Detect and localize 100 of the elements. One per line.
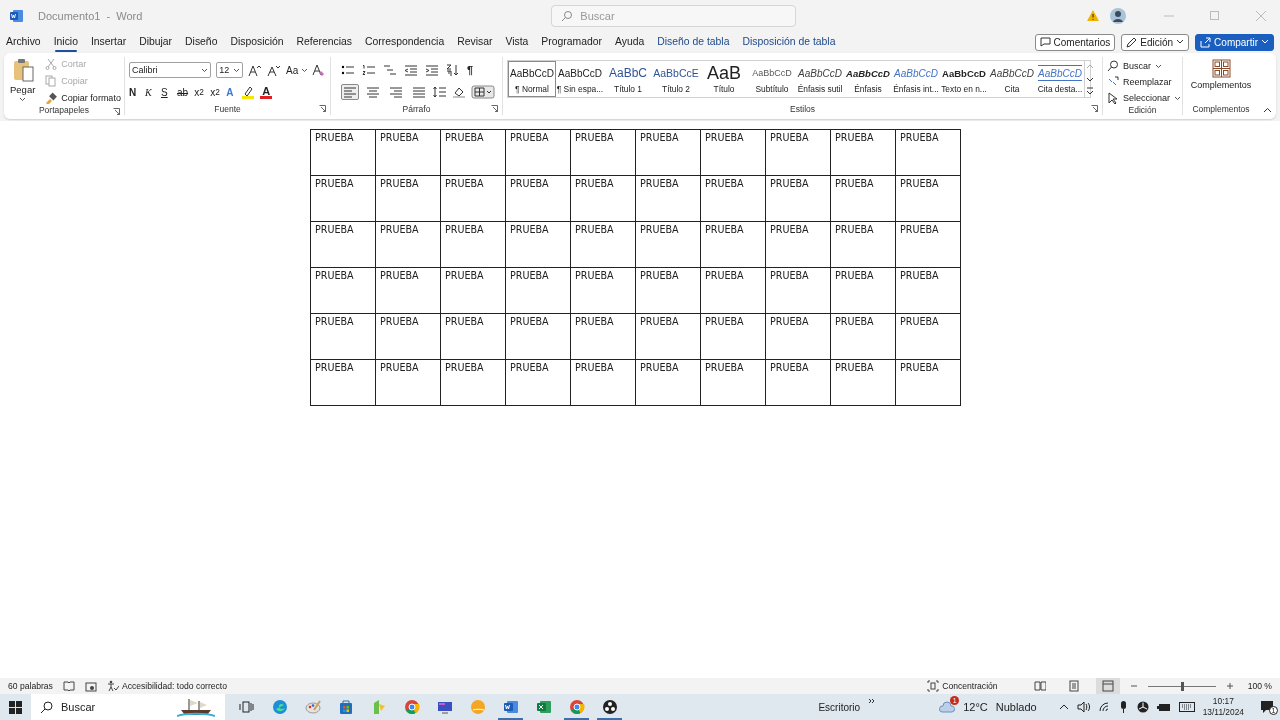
weather-condition[interactable]: Nublado bbox=[995, 701, 1037, 713]
accessibility-status[interactable]: Accesibilidad: todo correcto bbox=[121, 681, 227, 691]
style-gallery-item[interactable]: AaBbCcD Énfasis bbox=[844, 61, 892, 97]
font-name-field[interactable]: Calibri bbox=[129, 62, 212, 78]
style-gallery-item[interactable]: AaBbCcD ¶ Normal bbox=[508, 61, 556, 97]
clear-format-icon[interactable] bbox=[312, 63, 326, 77]
ribbon-tab[interactable]: Diseño de tabla bbox=[657, 31, 730, 53]
ribbon-tab[interactable]: Programador bbox=[541, 31, 602, 53]
share-button[interactable]: Compartir bbox=[1195, 33, 1274, 51]
style-gallery-item[interactable]: AaBbCcD Cita desta... bbox=[1036, 61, 1084, 97]
ribbon-tab[interactable]: Disposición bbox=[230, 31, 284, 53]
style-gallery-item[interactable]: AaBbC Título 1 bbox=[604, 61, 652, 97]
word-icon bbox=[502, 699, 519, 715]
ribbon-tab[interactable]: Diseño bbox=[185, 31, 218, 53]
add-ins-button[interactable]: Complementos bbox=[1188, 59, 1254, 102]
comments-button[interactable]: Comentarios bbox=[1034, 33, 1116, 51]
ribbon-tab[interactable]: Vista bbox=[505, 31, 529, 53]
find-button[interactable]: Buscar bbox=[1107, 59, 1178, 73]
dialog-launcher-icon[interactable] bbox=[113, 108, 120, 115]
zoom-slider-thumb[interactable] bbox=[1180, 681, 1184, 691]
taskbar-search-field[interactable]: Buscar bbox=[31, 694, 225, 720]
style-gallery-item[interactable]: AaBbCcE Título 2 bbox=[652, 61, 700, 97]
grow-font-icon[interactable] bbox=[248, 63, 263, 77]
ribbon-tab[interactable]: Archivo bbox=[6, 31, 41, 53]
avatar-icon[interactable] bbox=[1110, 7, 1126, 24]
zoom-in-icon[interactable] bbox=[1225, 682, 1234, 690]
style-gallery-item[interactable]: AaBbCcD Texto en n... bbox=[940, 61, 988, 97]
numbering-icon[interactable] bbox=[362, 64, 376, 76]
ribbon-tab[interactable]: Inicio bbox=[53, 31, 78, 53]
strikethrough-button[interactable]: ab bbox=[177, 86, 189, 98]
focus-mode-button[interactable]: Concentración bbox=[942, 681, 998, 691]
increase-indent-icon[interactable] bbox=[425, 64, 439, 76]
font-color-button[interactable]: A bbox=[260, 85, 273, 99]
style-gallery-item[interactable]: AaBbCcD Énfasis sutil bbox=[796, 61, 844, 97]
search-field[interactable]: Buscar bbox=[551, 4, 797, 27]
more-styles-icon[interactable] bbox=[1085, 86, 1095, 97]
table-cell-text: PRUEBA bbox=[900, 270, 939, 281]
style-gallery-item[interactable]: AaBbCcD Cita bbox=[988, 61, 1036, 97]
select-button[interactable]: Seleccionar bbox=[1107, 91, 1178, 105]
grid-icon bbox=[1211, 59, 1231, 78]
fan-icon[interactable] bbox=[1136, 701, 1149, 713]
chevron-up-icon[interactable] bbox=[1058, 703, 1069, 711]
ribbon-tab[interactable]: Correspondencia bbox=[365, 31, 445, 53]
change-case-button[interactable]: Aa bbox=[286, 64, 307, 76]
align-center-button[interactable] bbox=[364, 84, 382, 100]
clock[interactable]: 10:17 13/11/2024 bbox=[1202, 696, 1244, 718]
device-icon[interactable] bbox=[1156, 701, 1171, 713]
proofing-book-icon[interactable] bbox=[62, 680, 75, 692]
style-gallery-item[interactable]: AaBbCcD Énfasis int... bbox=[892, 61, 940, 97]
dialog-launcher-icon[interactable] bbox=[1091, 105, 1098, 112]
ribbon-tab[interactable]: Referencias bbox=[296, 31, 353, 53]
format-painter-button[interactable]: Copiar formato bbox=[45, 91, 121, 105]
table-cell-text: PRUEBA bbox=[705, 362, 744, 373]
temperature[interactable]: 12°C bbox=[963, 701, 988, 713]
borders-icon[interactable] bbox=[471, 85, 495, 99]
align-justify-button[interactable] bbox=[410, 84, 428, 100]
dialog-launcher-icon[interactable] bbox=[491, 105, 498, 112]
pilcrow-button[interactable]: ¶ bbox=[467, 64, 477, 76]
ribbon-tab[interactable]: Insertar bbox=[90, 31, 127, 53]
ribbon-tab[interactable]: Ayuda bbox=[614, 31, 645, 53]
shading-icon[interactable] bbox=[452, 86, 466, 98]
web-view-button[interactable] bbox=[1095, 678, 1120, 694]
ribbon-tab[interactable]: Dibujar bbox=[139, 31, 173, 53]
caret-icon bbox=[233, 67, 241, 73]
keyboard-icon[interactable] bbox=[1178, 701, 1195, 713]
start-icon[interactable] bbox=[9, 700, 22, 714]
word-count[interactable]: 60 palabras bbox=[8, 681, 53, 691]
italic-button[interactable]: K bbox=[145, 86, 155, 98]
style-gallery-item[interactable]: AaBbCcD Subtítulo bbox=[748, 61, 796, 97]
desktop-toolbar-label[interactable]: Escritorio bbox=[818, 701, 861, 713]
replace-button[interactable]: Reemplazar bbox=[1107, 75, 1178, 89]
wifi-icon[interactable] bbox=[1097, 701, 1110, 713]
dialog-launcher-icon[interactable] bbox=[319, 105, 326, 112]
zoom-level[interactable]: 100 % bbox=[1247, 681, 1272, 691]
paste-button[interactable]: Pegar bbox=[8, 57, 38, 105]
notifications-icon[interactable] bbox=[1260, 700, 1274, 714]
style-gallery-item[interactable]: AaB Título bbox=[700, 61, 748, 97]
macro-icon[interactable] bbox=[84, 680, 97, 692]
highlight-button[interactable] bbox=[242, 85, 255, 99]
text-effects-button[interactable]: A bbox=[226, 86, 237, 98]
align-right-button[interactable] bbox=[387, 84, 405, 100]
cloud-icon[interactable] bbox=[939, 699, 956, 715]
bold-button[interactable]: N bbox=[129, 86, 139, 98]
align-left-button[interactable] bbox=[341, 84, 359, 100]
collapse-ribbon-icon[interactable] bbox=[1263, 107, 1272, 113]
decrease-indent-icon[interactable] bbox=[404, 64, 418, 76]
font-size-field[interactable]: 12 bbox=[216, 62, 244, 78]
sort-icon[interactable] bbox=[446, 64, 460, 76]
ribbon-tab[interactable]: Revisar bbox=[457, 31, 493, 53]
chevron-icon[interactable] bbox=[868, 698, 876, 704]
shopping-bag-icon bbox=[337, 699, 354, 715]
speaker-icon[interactable] bbox=[1076, 701, 1090, 713]
underline-button[interactable]: S bbox=[161, 86, 171, 98]
shrink-font-icon[interactable] bbox=[267, 63, 282, 77]
multilevel-list-icon[interactable] bbox=[383, 64, 397, 76]
style-gallery-item[interactable]: AaBbCcD ¶ Sin espa... bbox=[556, 61, 604, 97]
ribbon-tab[interactable]: Disposición de tabla bbox=[742, 31, 836, 53]
line-spacing-icon[interactable] bbox=[433, 86, 447, 98]
editing-mode-button[interactable]: Edición bbox=[1121, 33, 1190, 51]
bullets-icon[interactable] bbox=[341, 64, 355, 76]
